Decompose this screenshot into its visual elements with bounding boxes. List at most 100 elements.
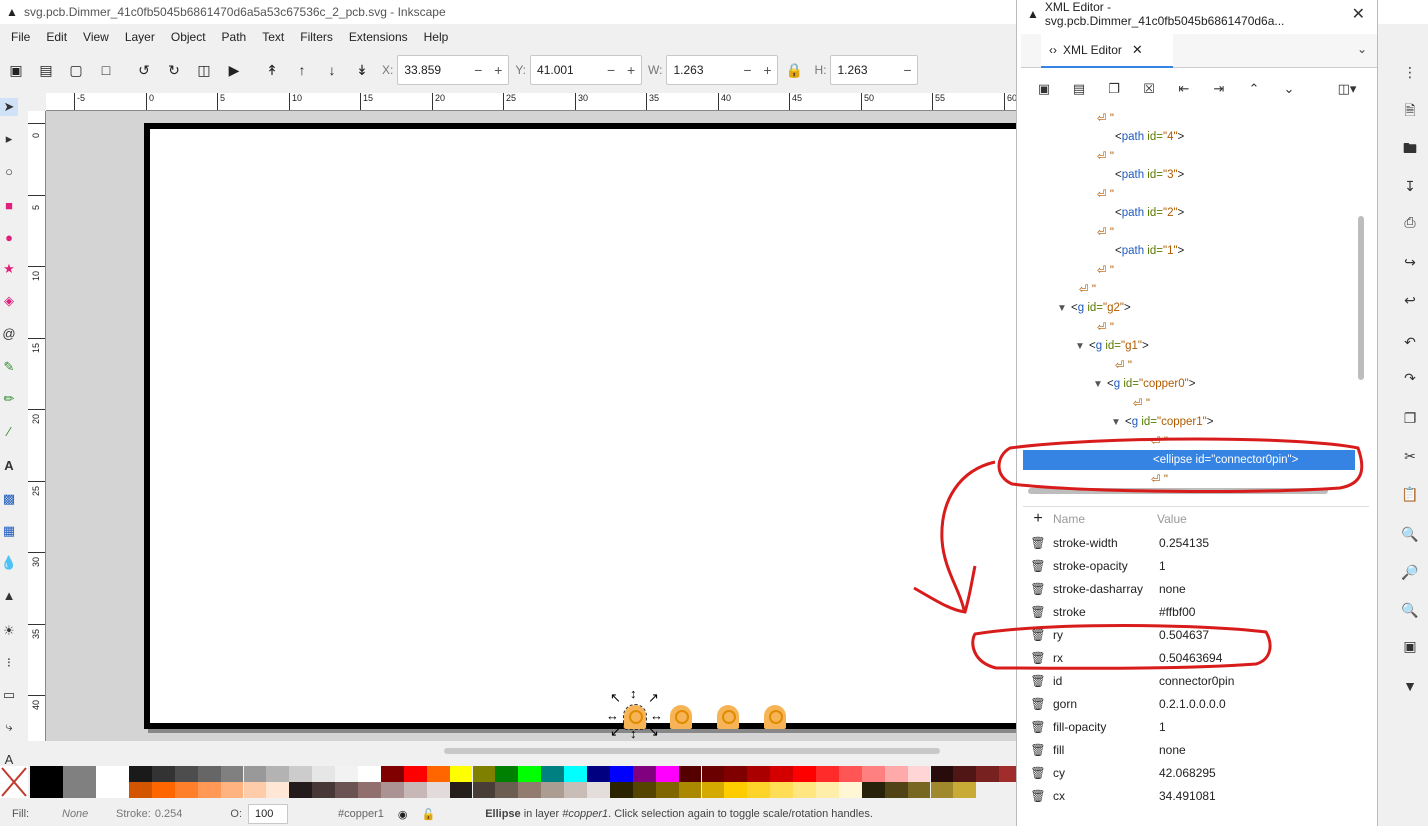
color-swatch[interactable] [96, 766, 129, 798]
delete-attribute-icon[interactable]: 🗑 [1023, 651, 1053, 665]
color-swatch[interactable] [518, 766, 542, 782]
paint-bucket-tool-icon[interactable]: ▲ [0, 586, 18, 604]
color-swatch[interactable] [243, 782, 267, 798]
tree-node[interactable]: ▼ <g id="g2"> [1057, 298, 1131, 318]
raise-icon[interactable]: ↑ [292, 60, 312, 80]
color-swatch[interactable] [861, 782, 885, 798]
color-swatch[interactable] [701, 782, 725, 798]
scale-handle-icon[interactable]: ↗ [648, 691, 659, 704]
close-icon[interactable]: ✕ [1352, 4, 1365, 24]
opacity-input[interactable]: 100 [248, 804, 289, 824]
h-input[interactable]: 1.263− [830, 55, 919, 85]
y-input[interactable]: 41.001− + [530, 55, 643, 85]
color-swatch[interactable] [129, 766, 152, 782]
color-swatch[interactable] [358, 782, 381, 798]
delete-attribute-icon[interactable]: 🗑 [1023, 674, 1053, 688]
color-swatch[interactable] [266, 766, 290, 782]
attribute-value[interactable]: 34.491081 [1159, 789, 1216, 803]
save-icon[interactable]: ↧ [1400, 176, 1420, 196]
attribute-name[interactable]: ry [1053, 628, 1159, 642]
new-document-icon[interactable]: 🗎 [1400, 102, 1420, 122]
color-swatch[interactable] [609, 766, 633, 782]
pen-tool-icon[interactable]: ✎ [0, 358, 18, 376]
attribute-value[interactable]: 0.504637 [1159, 628, 1209, 642]
connector-pin[interactable] [764, 705, 786, 729]
color-swatch[interactable] [701, 766, 725, 782]
layer-lock-icon[interactable]: 🔓 [422, 808, 436, 821]
rectangle-tool-icon[interactable]: ■ [0, 196, 18, 214]
add-attribute-icon[interactable]: + [1023, 510, 1053, 528]
menu-help[interactable]: Help [416, 30, 457, 44]
delete-node-icon[interactable]: ☒ [1137, 77, 1161, 101]
attribute-row[interactable]: 🗑 ry 0.504637 [1023, 623, 1369, 646]
color-swatch[interactable] [541, 782, 565, 798]
color-swatch[interactable] [655, 782, 679, 798]
selector-tool-icon[interactable]: ➤ [0, 98, 18, 116]
tree-node[interactable]: ▼ <g id="g1"> [1075, 336, 1149, 356]
color-swatch[interactable] [220, 766, 244, 782]
delete-attribute-icon[interactable]: 🗑 [1023, 536, 1053, 550]
color-swatch[interactable] [472, 782, 496, 798]
scale-handle-icon[interactable]: ↖ [610, 691, 621, 704]
copy-icon[interactable]: ❐ [1400, 408, 1420, 428]
attribute-value[interactable]: 1 [1159, 720, 1166, 734]
color-swatch[interactable] [289, 766, 313, 782]
color-swatch[interactable] [907, 766, 931, 782]
attribute-row[interactable]: 🗑 stroke-width 0.254135 [1023, 531, 1369, 554]
lock-ratio-icon[interactable]: 🔒 [784, 60, 804, 80]
tree-text-node[interactable]: ⏎ " [1115, 355, 1132, 375]
fill-value[interactable]: None [62, 808, 102, 820]
color-swatch[interactable] [724, 782, 748, 798]
tree-text-node[interactable]: ⏎ " [1133, 393, 1150, 413]
text-tool-icon[interactable]: A [0, 456, 18, 474]
import-icon[interactable]: ↪ [1400, 252, 1420, 272]
color-swatch[interactable] [976, 766, 1000, 782]
close-tab-icon[interactable]: ✕ [1132, 42, 1143, 58]
color-swatch[interactable] [907, 782, 931, 798]
attribute-value[interactable]: #ffbf00 [1159, 605, 1195, 619]
attribute-name[interactable]: id [1053, 674, 1159, 688]
color-swatch[interactable] [953, 782, 977, 798]
open-folder-icon[interactable]: 🖿 [1400, 140, 1420, 160]
lower-node-icon[interactable]: ⌄ [1277, 77, 1301, 101]
color-swatch[interactable] [884, 766, 908, 782]
scale-handle-icon[interactable]: ↔ [650, 709, 663, 722]
color-swatch[interactable] [426, 782, 450, 798]
zoom-drawing-icon[interactable]: 🔎 [1400, 562, 1420, 582]
connector-pin[interactable] [717, 705, 739, 729]
attribute-name[interactable]: stroke [1053, 605, 1159, 619]
unindent-node-icon[interactable]: ⇤ [1172, 77, 1196, 101]
menu-edit[interactable]: Edit [38, 30, 75, 44]
tree-node-selected[interactable]: <ellipse id="connector0pin"> [1023, 450, 1355, 470]
color-swatch[interactable] [518, 782, 542, 798]
tree-text-node[interactable]: ⏎ " [1097, 184, 1114, 204]
scale-handle-icon[interactable]: ↙ [610, 725, 621, 738]
attribute-row[interactable]: 🗑 gorn 0.2.1.0.0.0.0 [1023, 692, 1369, 715]
connector-tool-icon[interactable]: ⤷ [0, 718, 18, 736]
color-swatch[interactable] [632, 782, 656, 798]
menu-filters[interactable]: Filters [292, 30, 341, 44]
horizontal-ruler[interactable]: -5 0 5 10 15 20 25 30 35 40 45 50 55 60 [46, 93, 1016, 111]
color-swatch[interactable] [197, 782, 221, 798]
spray-tool-icon[interactable]: ⁝ [0, 654, 18, 672]
undo-icon[interactable]: ↶ [1400, 332, 1420, 352]
tweak-objects-tool-icon[interactable]: ☀ [0, 622, 18, 640]
tree-text-node[interactable]: ⏎ " [1097, 317, 1114, 337]
new-text-node-icon[interactable]: ▤ [1067, 77, 1091, 101]
new-element-node-icon[interactable]: ▣ [1032, 77, 1056, 101]
color-swatch[interactable] [678, 766, 702, 782]
color-swatch[interactable] [541, 766, 565, 782]
tree-text-node[interactable]: ⏎ " [1097, 260, 1114, 280]
delete-attribute-icon[interactable]: 🗑 [1023, 766, 1053, 780]
chevron-down-icon[interactable]: ▼ [1400, 676, 1420, 696]
tree-node[interactable]: <path id="2"> [1115, 203, 1184, 223]
x-input[interactable]: 33.859− + [397, 55, 510, 85]
eraser-tool-icon[interactable]: ▭ [0, 686, 18, 704]
flip-horizontal-icon[interactable]: ◫ [194, 60, 214, 80]
color-swatch[interactable] [220, 782, 244, 798]
lower-to-bottom-icon[interactable]: ↡ [352, 60, 372, 80]
xml-node-tree[interactable]: ⏎ " <path id="4"> ⏎ " <path id="3"> ⏎ " <path… [1023, 108, 1363, 496]
delete-attribute-icon[interactable]: 🗑 [1023, 605, 1053, 619]
attribute-value[interactable]: connector0pin [1159, 674, 1234, 688]
color-swatch[interactable] [861, 766, 885, 782]
